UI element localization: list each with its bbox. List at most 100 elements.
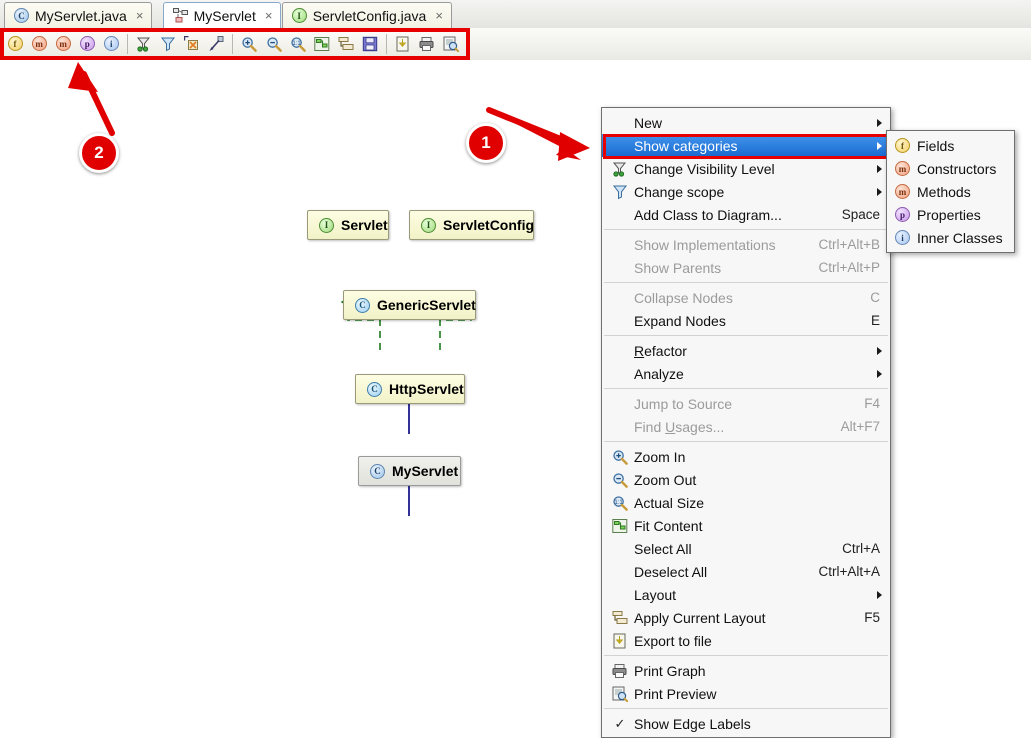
show-constructors-button[interactable]: m: [27, 31, 51, 57]
menu-item-new[interactable]: New: [602, 111, 890, 134]
menu-separator: [604, 708, 888, 709]
interface-icon: I: [291, 8, 307, 23]
print-preview-button[interactable]: [439, 31, 463, 57]
actual-size-button[interactable]: 1:1: [286, 31, 310, 57]
change-visibility-level-button[interactable]: [132, 31, 156, 57]
menu-item-find-usages[interactable]: Find Usages... Alt+F7: [602, 415, 890, 438]
menu-item-change-scope[interactable]: Change scope: [602, 180, 890, 203]
show-inner-classes-button[interactable]: i: [99, 31, 123, 57]
menu-item-zoom-in[interactable]: Zoom In: [602, 445, 890, 468]
menu-item-print-graph[interactable]: Print Graph: [602, 659, 890, 682]
interface-icon: I: [319, 217, 334, 233]
menu-item-refactor[interactable]: Refactor: [602, 339, 890, 362]
print-icon: [612, 663, 627, 678]
editor-tab-0[interactable]: C MyServlet.java ×: [4, 2, 153, 28]
expand-collapse-nodes-button[interactable]: [180, 31, 204, 57]
menu-item-label: Show Implementations: [634, 236, 776, 253]
menu-item-show-implementations[interactable]: Show Implementations Ctrl+Alt+B: [602, 233, 890, 256]
close-icon[interactable]: ×: [136, 8, 144, 23]
menu-item-icon: [610, 633, 630, 649]
menu-item-accelerator: Ctrl+A: [842, 541, 880, 556]
menu-item-accelerator: Ctrl+Alt+B: [818, 237, 880, 252]
properties-icon: p: [895, 207, 910, 222]
submenu-item-fields[interactable]: f Fields: [887, 134, 1014, 157]
toolbar-separator: [127, 33, 129, 54]
zoom-in-button[interactable]: [237, 31, 261, 57]
zoom-out-icon: [266, 36, 282, 52]
diagram-node-genericservlet[interactable]: C GenericServlet: [343, 290, 476, 320]
abstract-class-icon: C: [355, 297, 370, 313]
menu-item-fit-content[interactable]: Fit Content: [602, 514, 890, 537]
show-categories-submenu[interactable]: f Fields m Constructors m Methods p Properties i…: [886, 130, 1015, 253]
editor-tab-label: MyServlet.java: [35, 7, 127, 24]
menu-item-actual-size[interactable]: 1:1 Actual Size: [602, 491, 890, 514]
submenu-item-label: Fields: [917, 137, 955, 154]
scope-icon: [612, 185, 628, 199]
menu-item-show-categories[interactable]: Show categories: [602, 134, 890, 157]
menu-item-zoom-out[interactable]: Zoom Out: [602, 468, 890, 491]
change-scope-button[interactable]: [156, 31, 180, 57]
show-fields-button[interactable]: f: [3, 31, 27, 57]
menu-item-collapse-nodes[interactable]: Collapse Nodes C: [602, 286, 890, 309]
menu-item-deselect-all[interactable]: Deselect All Ctrl+Alt+A: [602, 560, 890, 583]
diagram-node-servlet[interactable]: I Servlet: [307, 210, 389, 240]
close-icon[interactable]: ×: [265, 8, 273, 23]
apply-layout-icon: [612, 610, 628, 624]
menu-item-apply-current-layout[interactable]: Apply Current Layout F5: [602, 606, 890, 629]
apply-current-layout-button[interactable]: [334, 31, 358, 57]
close-icon[interactable]: ×: [435, 8, 443, 23]
callout-badge-1: 1: [466, 123, 506, 163]
export-to-file-button[interactable]: [391, 31, 415, 57]
print-graph-button[interactable]: [415, 31, 439, 57]
menu-item-show-edge-labels[interactable]: ✓ Show Edge Labels: [602, 712, 890, 735]
menu-item-label: Print Preview: [634, 685, 717, 702]
menu-item-icon: [610, 686, 630, 702]
chevron-right-icon: [877, 118, 882, 127]
menu-item-select-all[interactable]: Select All Ctrl+A: [602, 537, 890, 560]
menu-item-label: Fit Content: [634, 517, 703, 534]
submenu-item-constructors[interactable]: m Constructors: [887, 157, 1014, 180]
menu-item-label: Analyze: [634, 365, 684, 382]
save-button[interactable]: [358, 31, 382, 57]
submenu-item-properties[interactable]: p Properties: [887, 203, 1014, 226]
menu-item-export-to-file[interactable]: Export to file: [602, 629, 890, 652]
menu-item-label: Change scope: [634, 183, 725, 200]
menu-item-expand-nodes[interactable]: Expand Nodes E: [602, 309, 890, 332]
menu-item-label: Show categories: [634, 137, 738, 154]
menu-item-show-parents[interactable]: Show Parents Ctrl+Alt+P: [602, 256, 890, 279]
class-icon: C: [370, 463, 385, 479]
menu-item-jump-to-source[interactable]: Jump to Source F4: [602, 392, 890, 415]
submenu-item-methods[interactable]: m Methods: [887, 180, 1014, 203]
zoom-out-button[interactable]: [261, 31, 285, 57]
menu-item-accelerator: F4: [864, 396, 880, 411]
menu-item-label: Refactor: [634, 342, 687, 359]
menu-item-label: Show Edge Labels: [634, 715, 751, 732]
fit-content-button[interactable]: [310, 31, 334, 57]
menu-item-add-class-to-diagram[interactable]: Add Class to Diagram... Space: [602, 203, 890, 226]
edge-creation-button[interactable]: [204, 31, 228, 57]
diagram-node-httpservlet[interactable]: C HttpServlet: [355, 374, 465, 404]
menu-item-layout[interactable]: Layout: [602, 583, 890, 606]
actual-size-icon: 1:1: [613, 495, 628, 511]
apply-current-layout-icon: [338, 36, 354, 50]
submenu-item-inner-classes[interactable]: i Inner Classes: [887, 226, 1014, 249]
show-inner-classes-icon: i: [103, 36, 119, 51]
show-methods-button[interactable]: m: [51, 31, 75, 57]
chevron-right-icon: [877, 187, 882, 196]
menu-item-analyze[interactable]: Analyze: [602, 362, 890, 385]
diagram-node-myservlet[interactable]: C MyServlet: [358, 456, 461, 486]
menu-item-accelerator: E: [870, 313, 880, 328]
menu-item-label: Export to file: [634, 632, 712, 649]
menu-item-icon: ✓: [614, 715, 626, 731]
show-properties-button[interactable]: p: [75, 31, 99, 57]
diagram-node-servletconfig[interactable]: I ServletConfig: [409, 210, 534, 240]
svg-text:1:1: 1:1: [614, 500, 623, 506]
diagram-context-menu[interactable]: New Show categories Change Visibility Leve…: [601, 107, 891, 738]
editor-tab-1[interactable]: MyServlet ×: [162, 2, 282, 28]
menu-item-print-preview[interactable]: Print Preview: [602, 682, 890, 705]
editor-tab-2[interactable]: I ServletConfig.java ×: [281, 2, 452, 28]
menu-item-change-visibility-level[interactable]: Change Visibility Level: [602, 157, 890, 180]
editor-tab-label: ServletConfig.java: [312, 7, 427, 24]
menu-item-label: Expand Nodes: [634, 312, 726, 329]
editor-tab-label: MyServlet: [193, 7, 256, 24]
